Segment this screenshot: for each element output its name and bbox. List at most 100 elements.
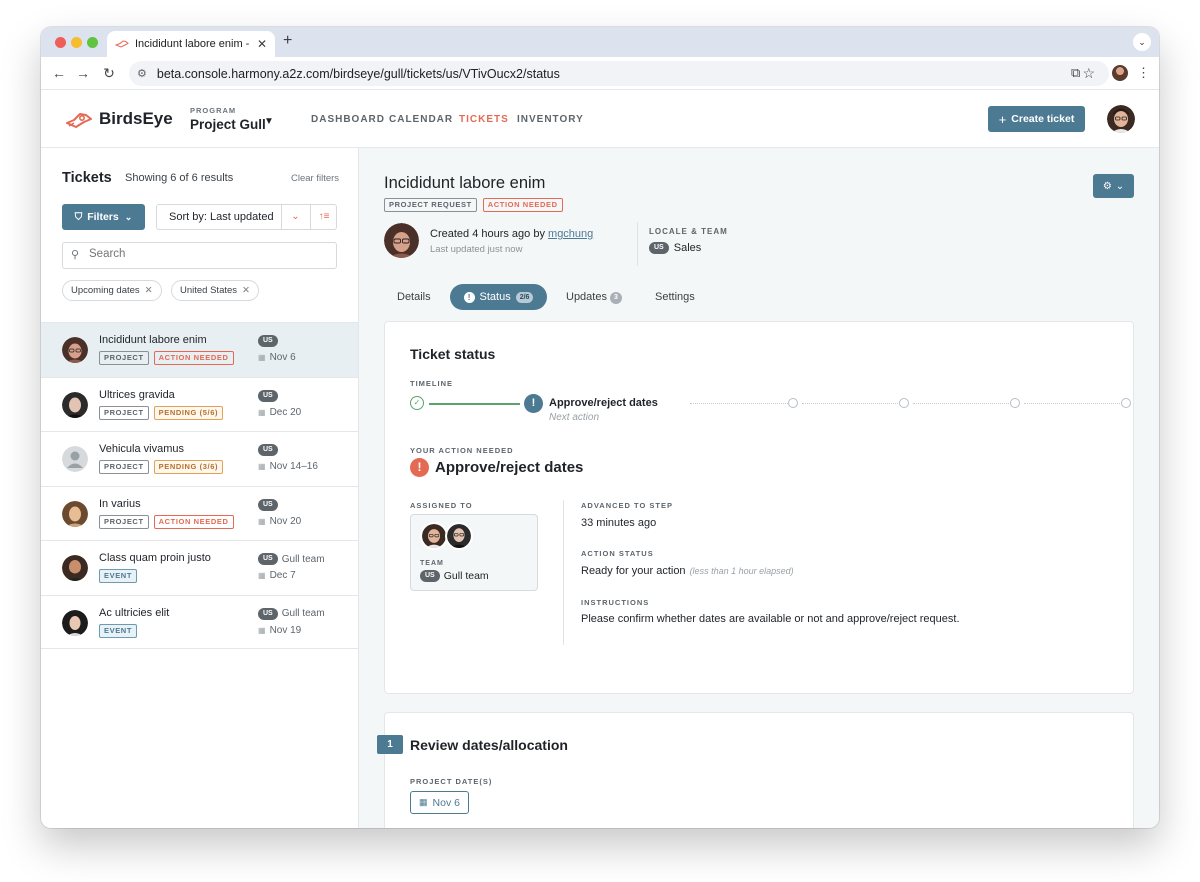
ticket-list-panel: Tickets Showing 6 of 6 results Clear fil…	[41, 148, 359, 828]
tab-updates[interactable]: Updates 3	[566, 291, 622, 304]
timeline-line-done	[429, 403, 520, 405]
filter-chip-united-states[interactable]: United States ✕	[171, 280, 260, 301]
locale-pill: US	[258, 335, 278, 347]
check-icon: ✓	[410, 396, 424, 410]
ticket-team: Gull team	[281, 608, 325, 619]
divider	[563, 500, 564, 645]
creator-link[interactable]: mgchung	[548, 228, 593, 240]
filters-button[interactable]: ⛉ Filters ⌄	[62, 204, 145, 230]
ticket-row[interactable]: Incididunt labore enim PROJECT ACTION NEE…	[41, 322, 358, 377]
timeline-step[interactable]	[1010, 398, 1020, 408]
last-updated: Last updated just now	[430, 244, 523, 255]
team-name: Sales	[673, 242, 702, 254]
locale-pill: US	[258, 498, 278, 511]
reload-icon[interactable]: ↻	[101, 65, 117, 82]
locale-pill: US	[258, 444, 278, 456]
action-status-text: Ready for your action	[581, 565, 686, 577]
timeline-step[interactable]	[899, 398, 909, 408]
search-icon: ⚲	[71, 249, 80, 261]
url-field[interactable]: ⚙ beta.console.harmony.a2z.com/birdseye/…	[129, 61, 1109, 86]
ticket-date: Nov 14–16	[269, 461, 318, 472]
tab-details[interactable]: Details	[397, 291, 431, 303]
tab-settings[interactable]: Settings	[655, 291, 695, 303]
user-avatar[interactable]	[1107, 105, 1135, 133]
filter-chip-upcoming-dates[interactable]: Upcoming dates ✕	[62, 280, 162, 301]
avatar	[62, 555, 88, 581]
remove-chip-icon[interactable]: ✕	[145, 285, 153, 296]
ticket-name: Vehicula vivamus	[99, 443, 184, 455]
calendar-icon: ▦	[258, 353, 266, 362]
nav-inventory[interactable]: INVENTORY	[517, 114, 584, 125]
project-date: Nov 6	[432, 796, 460, 809]
ticket-name: Ac ultricies elit	[99, 606, 170, 619]
calendar-icon: ▦	[419, 797, 428, 807]
ticket-row[interactable]: Ac ultricies elit EVENT US Gull team ▦ Nov…	[41, 594, 358, 649]
avatar	[62, 609, 88, 636]
team-label: TEAM	[420, 560, 444, 567]
status-badge: ACTION NEEDED	[153, 351, 234, 365]
close-window-button[interactable]	[55, 37, 66, 48]
browser-tab[interactable]: Incididunt labore enim - Birds ✕	[107, 31, 275, 57]
brand-name: BirdsEye	[99, 109, 173, 128]
results-count: Showing 6 of 6 results	[125, 172, 234, 184]
bird-favicon-icon	[115, 40, 129, 48]
nav-dashboard[interactable]: DASHBOARD	[311, 114, 385, 125]
settings-menu-button[interactable]: ⚙ ⌄	[1093, 174, 1134, 198]
ticket-detail-panel: Incididunt labore enim PROJECT REQUEST A…	[359, 148, 1159, 828]
tab-status[interactable]: ! Status 2/6	[450, 284, 547, 310]
ticket-name: Ultrices gravida	[99, 388, 175, 401]
current-step-alert-icon[interactable]: !	[524, 394, 543, 413]
close-tab-icon[interactable]: ✕	[257, 37, 267, 51]
maximize-window-button[interactable]	[87, 37, 98, 48]
assigned-to-label: ASSIGNED TO	[410, 501, 473, 510]
divider	[637, 222, 638, 266]
project-date-button[interactable]: ▦ Nov 6	[410, 791, 469, 814]
avatar	[62, 337, 88, 363]
type-tag: PROJECT	[99, 351, 149, 365]
program-selector[interactable]: Project Gull	[190, 117, 266, 132]
profile-avatar[interactable]	[1112, 65, 1128, 81]
team-name: Gull team	[443, 570, 489, 582]
ticket-team: Gull team	[281, 553, 325, 565]
timeline-step[interactable]	[788, 398, 798, 408]
back-icon[interactable]: ←	[51, 65, 67, 81]
sort-direction-icon[interactable]: ↑≡	[310, 205, 337, 229]
assigned-team-card[interactable]: TEAM US Gull team	[410, 514, 538, 591]
tab-updates-label: Updates	[566, 291, 607, 303]
sort-chevron-icon[interactable]: ⌄	[281, 205, 309, 229]
clear-filters-link[interactable]: Clear filters	[291, 173, 339, 184]
default-avatar-icon	[62, 446, 88, 472]
locale-pill: US	[258, 389, 278, 402]
calendar-icon: ▦	[258, 407, 266, 417]
plus-icon: +	[998, 111, 1007, 127]
forward-icon[interactable]: →	[75, 65, 91, 81]
search-box[interactable]: ⚲	[62, 242, 337, 269]
advanced-label: ADVANCED TO STEP	[581, 501, 673, 510]
ticket-row[interactable]: In varius PROJECT ACTION NEEDED US ▦ Nov 2…	[41, 485, 358, 541]
caret-down-icon[interactable]: ▼	[264, 116, 274, 127]
bookmark-star-icon[interactable]: ☆	[1082, 65, 1095, 82]
timeline-step[interactable]	[1121, 398, 1131, 408]
ticket-row[interactable]: Ultrices gravida PROJECT PENDING (5/6) US…	[41, 376, 358, 432]
type-tag: EVENT	[99, 623, 138, 638]
url-text: beta.console.harmony.a2z.com/birdseye/gu…	[156, 66, 560, 81]
search-input[interactable]	[89, 248, 319, 260]
tab-search-icon[interactable]: ⌄	[1133, 33, 1151, 51]
site-settings-icon[interactable]: ⚙	[137, 67, 147, 80]
calendar-icon: ▦	[258, 625, 266, 635]
current-step-label: Approve/reject dates	[549, 397, 658, 409]
minimize-window-button[interactable]	[71, 37, 82, 48]
create-ticket-button[interactable]: + Create ticket	[988, 106, 1085, 132]
ticket-row[interactable]: Class quam proin justo EVENT US Gull team…	[41, 540, 358, 595]
extensions-icon[interactable]: ⧉	[1071, 65, 1080, 81]
alert-icon: !	[463, 291, 475, 303]
nav-calendar[interactable]: CALENDAR	[389, 114, 453, 125]
browser-menu-icon[interactable]: ⋮	[1137, 65, 1150, 81]
nav-tickets[interactable]: TICKETS	[459, 114, 509, 125]
gear-icon: ⚙	[1102, 180, 1112, 192]
ticket-date: Dec 7	[269, 570, 296, 581]
sort-select[interactable]: Sort by: Last updated ⌄ ↑≡	[156, 204, 337, 230]
new-tab-icon[interactable]: +	[283, 32, 292, 50]
remove-chip-icon[interactable]: ✕	[242, 285, 250, 296]
ticket-row[interactable]: Vehicula vivamus PROJECT PENDING (3/6) US…	[41, 431, 358, 486]
